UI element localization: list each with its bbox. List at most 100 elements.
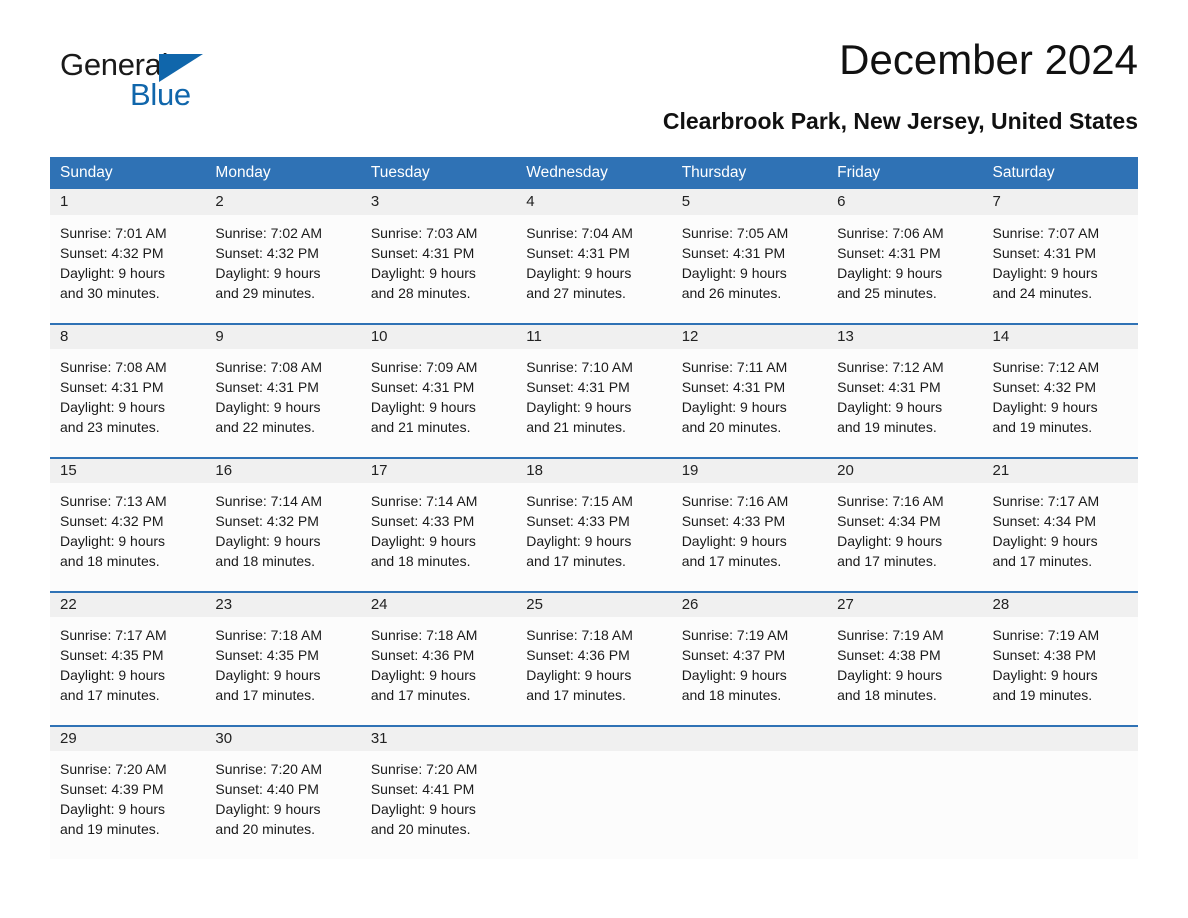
day-number[interactable]: 29 (50, 727, 205, 751)
day-cell[interactable]: Sunrise: 7:15 AM Sunset: 4:33 PM Dayligh… (516, 483, 671, 591)
logo-bottom-row: Blue (60, 77, 220, 112)
day-cell[interactable]: Sunrise: 7:14 AM Sunset: 4:32 PM Dayligh… (205, 483, 360, 591)
day-cell[interactable]: Sunrise: 7:19 AM Sunset: 4:38 PM Dayligh… (827, 617, 982, 725)
day-cell[interactable]: Sunrise: 7:06 AM Sunset: 4:31 PM Dayligh… (827, 215, 982, 323)
weekday-header-saturday: Saturday (992, 164, 1055, 181)
daylight-text-line2: and 19 minutes. (992, 419, 1093, 435)
sunrise-text: Sunrise: 7:05 AM (681, 225, 789, 241)
day-cell[interactable]: Sunrise: 7:08 AM Sunset: 4:31 PM Dayligh… (50, 349, 205, 457)
sunset-text: Sunset: 4:38 PM (837, 647, 941, 663)
day-cell[interactable]: Sunrise: 7:04 AM Sunset: 4:31 PM Dayligh… (516, 215, 671, 323)
day-cell[interactable]: Sunrise: 7:10 AM Sunset: 4:31 PM Dayligh… (516, 349, 671, 457)
day-number[interactable]: 2 (205, 189, 360, 215)
day-number[interactable]: 22 (50, 593, 205, 617)
sunrise-text: Sunrise: 7:19 AM (992, 627, 1100, 643)
day-cell[interactable]: Sunrise: 7:16 AM Sunset: 4:33 PM Dayligh… (672, 483, 827, 591)
day-number[interactable]: 6 (827, 189, 982, 215)
day-cell[interactable]: Sunrise: 7:20 AM Sunset: 4:40 PM Dayligh… (205, 751, 360, 859)
day-cell[interactable]: Sunrise: 7:18 AM Sunset: 4:36 PM Dayligh… (516, 617, 671, 725)
day-number[interactable]: 21 (983, 459, 1138, 483)
sunset-text: Sunset: 4:31 PM (837, 245, 941, 261)
day-number[interactable]: 31 (361, 727, 516, 751)
day-cell[interactable]: Sunrise: 7:20 AM Sunset: 4:39 PM Dayligh… (50, 751, 205, 859)
day-number[interactable]: 10 (361, 325, 516, 349)
day-number[interactable]: 19 (672, 459, 827, 483)
day-number[interactable]: 20 (827, 459, 982, 483)
day-cell[interactable]: Sunrise: 7:02 AM Sunset: 4:32 PM Dayligh… (205, 215, 360, 323)
daylight-text-line2: and 21 minutes. (370, 419, 471, 435)
day-number[interactable]: 17 (361, 459, 516, 483)
sunset-text: Sunset: 4:31 PM (370, 245, 475, 261)
day-number[interactable]: 13 (827, 325, 982, 349)
sunrise-text: Sunrise: 7:19 AM (681, 627, 789, 643)
day-number[interactable]: 8 (50, 325, 205, 349)
day-cell[interactable]: Sunrise: 7:13 AM Sunset: 4:32 PM Dayligh… (50, 483, 205, 591)
day-cell[interactable]: Sunrise: 7:11 AM Sunset: 4:31 PM Dayligh… (672, 349, 827, 457)
day-number[interactable]: 5 (672, 189, 827, 215)
day-cell[interactable]: Sunrise: 7:19 AM Sunset: 4:38 PM Dayligh… (983, 617, 1138, 725)
day-number[interactable]: 9 (205, 325, 360, 349)
sunrise-text: Sunrise: 7:08 AM (60, 359, 167, 375)
sunset-text: Sunset: 4:31 PM (60, 379, 164, 395)
day-cell[interactable]: Sunrise: 7:18 AM Sunset: 4:36 PM Dayligh… (361, 617, 516, 725)
day-number[interactable]: 24 (361, 593, 516, 617)
sunrise-text: Sunrise: 7:04 AM (526, 225, 633, 241)
day-cell[interactable]: Sunrise: 7:20 AM Sunset: 4:41 PM Dayligh… (361, 751, 516, 859)
sunrise-text: Sunrise: 7:11 AM (681, 359, 788, 375)
day-cell[interactable]: Sunrise: 7:19 AM Sunset: 4:37 PM Dayligh… (672, 617, 827, 725)
day-cell[interactable]: Sunrise: 7:03 AM Sunset: 4:31 PM Dayligh… (361, 215, 516, 323)
daylight-text-line2: and 22 minutes. (215, 419, 316, 435)
generalblue-logo[interactable]: General Blue (60, 48, 220, 110)
day-number[interactable]: 1 (50, 189, 205, 215)
day-number[interactable]: 27 (827, 593, 982, 617)
daylight-text-line2: and 25 minutes. (837, 285, 937, 301)
sunrise-text: Sunrise: 7:18 AM (370, 627, 478, 643)
week-date-band: 15 16 17 18 19 20 21 (50, 457, 1138, 483)
day-number[interactable]: 23 (205, 593, 360, 617)
day-number[interactable]: 30 (205, 727, 360, 751)
day-number[interactable]: 28 (983, 593, 1138, 617)
page-subtitle: Clearbrook Park, New Jersey, United Stat… (662, 108, 1138, 134)
day-number[interactable]: 18 (516, 459, 671, 483)
sunrise-text: Sunrise: 7:18 AM (526, 627, 633, 643)
day-cell[interactable]: Sunrise: 7:05 AM Sunset: 4:31 PM Dayligh… (672, 215, 827, 323)
day-cell[interactable]: Sunrise: 7:17 AM Sunset: 4:35 PM Dayligh… (50, 617, 205, 725)
daylight-text-line2: and 19 minutes. (992, 687, 1093, 703)
calendar-week-row: 15 16 17 18 19 20 21 Sunrise: 7:13 AM Su… (50, 457, 1138, 591)
page-header: General Blue December 2024 Clearbrook Pa… (50, 0, 1138, 134)
day-cell[interactable]: Sunrise: 7:12 AM Sunset: 4:31 PM Dayligh… (827, 349, 982, 457)
day-number[interactable]: 12 (672, 325, 827, 349)
week-date-band: 8 9 10 11 12 13 14 (50, 323, 1138, 349)
day-cell[interactable]: Sunrise: 7:01 AM Sunset: 4:32 PM Dayligh… (50, 215, 205, 323)
day-number[interactable]: 11 (516, 325, 671, 349)
day-number[interactable]: 14 (983, 325, 1138, 349)
sunset-text: Sunset: 4:32 PM (215, 245, 319, 261)
day-number[interactable]: 26 (672, 593, 827, 617)
day-number[interactable]: 3 (361, 189, 516, 215)
daylight-text-line1: Daylight: 9 hours (215, 667, 321, 683)
day-cell[interactable]: Sunrise: 7:08 AM Sunset: 4:31 PM Dayligh… (205, 349, 360, 457)
calendar-week-row: 29 30 31 Sunrise: 7:20 AM Sunset: 4:39 P… (50, 725, 1138, 859)
day-number[interactable]: 4 (516, 189, 671, 215)
daylight-text-line1: Daylight: 9 hours (837, 667, 943, 683)
daylight-text-line1: Daylight: 9 hours (681, 399, 787, 415)
day-cell[interactable]: Sunrise: 7:07 AM Sunset: 4:31 PM Dayligh… (983, 215, 1138, 323)
day-cell[interactable]: Sunrise: 7:18 AM Sunset: 4:35 PM Dayligh… (205, 617, 360, 725)
day-number[interactable]: 25 (516, 593, 671, 617)
day-cell[interactable]: Sunrise: 7:09 AM Sunset: 4:31 PM Dayligh… (361, 349, 516, 457)
sunset-text: Sunset: 4:35 PM (215, 647, 319, 663)
day-cell[interactable]: Sunrise: 7:12 AM Sunset: 4:32 PM Dayligh… (983, 349, 1138, 457)
day-number[interactable]: 7 (983, 189, 1138, 215)
day-number[interactable]: 15 (50, 459, 205, 483)
day-number[interactable]: 16 (205, 459, 360, 483)
day-cell[interactable]: Sunrise: 7:14 AM Sunset: 4:33 PM Dayligh… (361, 483, 516, 591)
calendar-page: General Blue December 2024 Clearbrook Pa… (0, 0, 1188, 918)
sunrise-text: Sunrise: 7:20 AM (215, 761, 323, 777)
logo-word-blue: Blue (130, 77, 191, 112)
sunset-text: Sunset: 4:39 PM (60, 781, 164, 797)
sunrise-text: Sunrise: 7:03 AM (370, 225, 478, 241)
day-cell[interactable]: Sunrise: 7:17 AM Sunset: 4:34 PM Dayligh… (983, 483, 1138, 591)
sunset-text: Sunset: 4:31 PM (681, 245, 786, 261)
daylight-text-line2: and 18 minutes. (60, 553, 160, 569)
day-cell[interactable]: Sunrise: 7:16 AM Sunset: 4:34 PM Dayligh… (827, 483, 982, 591)
